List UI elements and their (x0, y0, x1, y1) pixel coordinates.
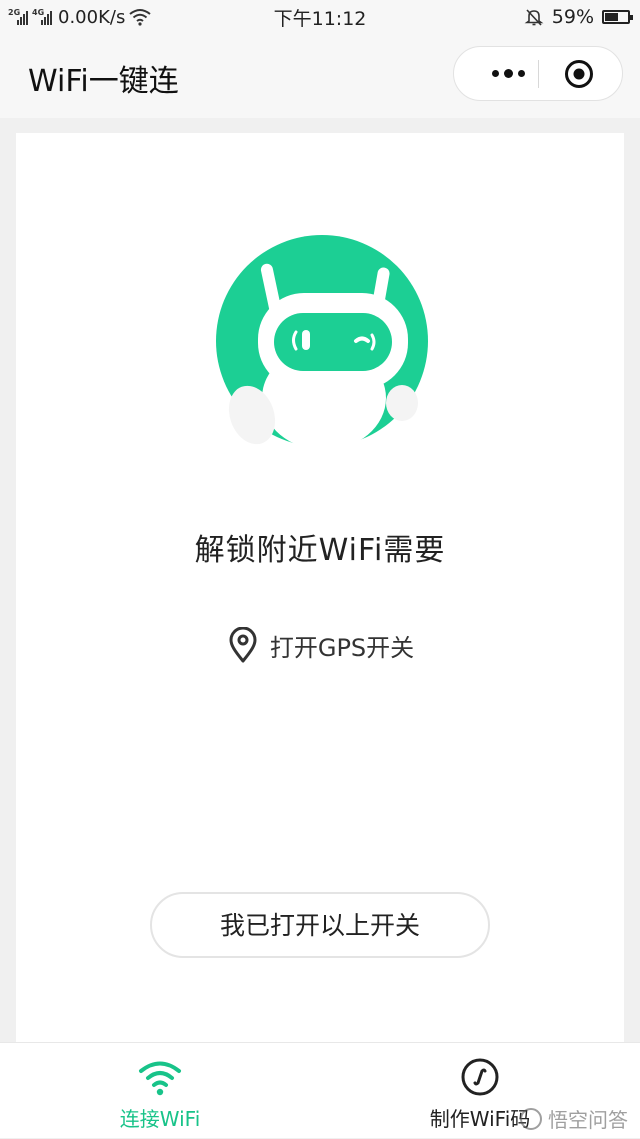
tab-label: 连接WiFi (119, 1107, 201, 1131)
page-title: WiFi一键连 (28, 64, 179, 99)
tab-connect-wifi[interactable]: 连接WiFi (0, 1043, 320, 1139)
battery-percent: 59% (551, 6, 594, 28)
status-bar: 2G 4G 0.00K/s 下午11:12 59% (0, 0, 640, 34)
robot-mascot-illustration (216, 235, 428, 450)
unlock-hint: 解锁附近WiFi需要 (194, 533, 446, 568)
mini-program-capsule (453, 46, 623, 101)
target-close-icon[interactable] (564, 59, 594, 89)
watermark-text: 悟空问答 (548, 1108, 628, 1132)
main-card: 解锁附近WiFi需要 打开GPS开关 我已打开以上开关 (16, 133, 624, 1063)
location-pin-icon (229, 627, 257, 663)
wifi-icon (139, 1061, 181, 1096)
more-dots-icon (491, 70, 499, 77)
more-dots-icon (517, 70, 525, 77)
battery-icon (602, 10, 633, 24)
watermark: 悟空问答 (520, 1104, 628, 1133)
gps-requirement: 打开GPS开关 (16, 627, 624, 663)
watermark-logo-icon (520, 1107, 542, 1130)
nav-bar: WiFi一键连 (0, 34, 640, 118)
capsule-divider (538, 60, 539, 88)
gps-text: 打开GPS开关 (269, 633, 415, 662)
qrcode-circle-icon (461, 1058, 499, 1096)
status-right: 59% (524, 5, 633, 29)
confirm-switch-button[interactable]: 我已打开以上开关 (150, 892, 490, 958)
mute-bell-icon (524, 9, 544, 26)
more-button[interactable] (478, 47, 538, 100)
more-dots-icon (503, 69, 513, 78)
